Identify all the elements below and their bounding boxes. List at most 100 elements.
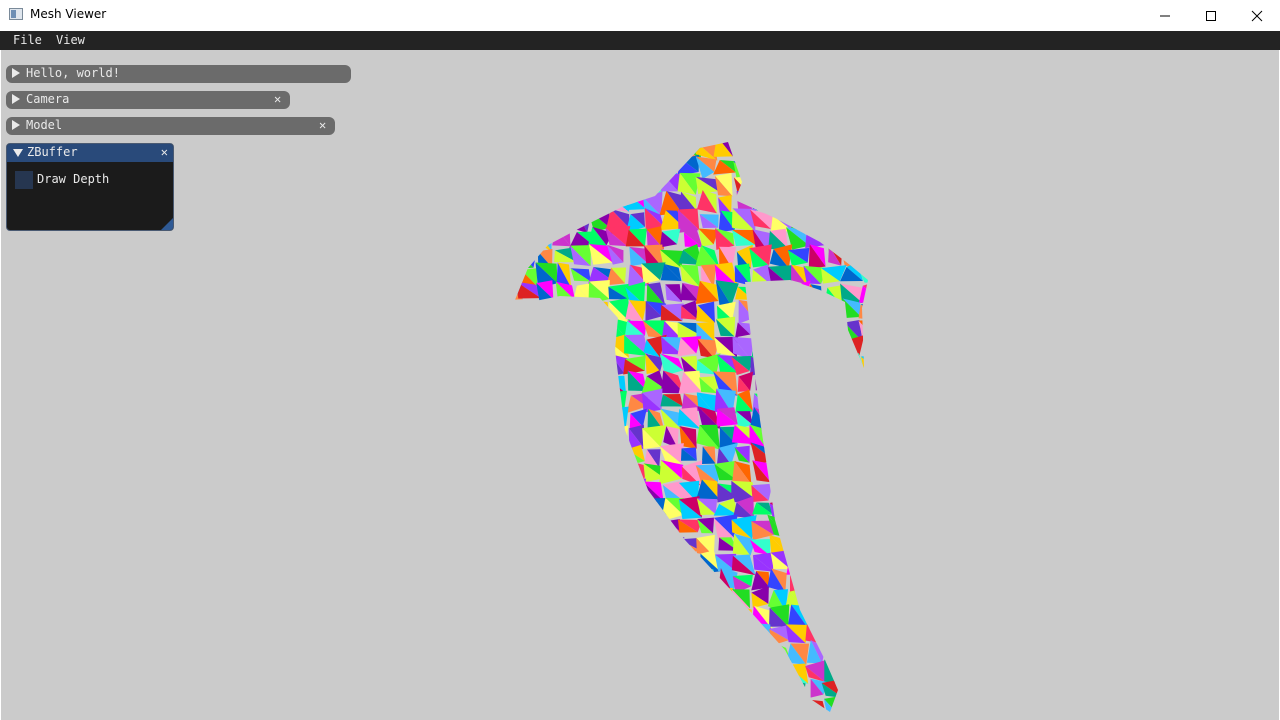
menu-view[interactable]: View — [56, 33, 85, 47]
mesh-triangle — [555, 611, 570, 630]
panel-model[interactable]: Model ✕ — [6, 117, 335, 135]
mesh-triangle — [663, 593, 680, 610]
expand-arrow-icon[interactable] — [12, 94, 20, 104]
mesh-triangle — [515, 586, 521, 609]
mesh-triangle — [518, 551, 541, 569]
mesh-triangle — [857, 539, 868, 552]
mesh-triangle — [574, 713, 591, 720]
mesh-triangle — [842, 628, 859, 648]
mesh-triangle — [679, 624, 702, 641]
mesh-triangle — [554, 533, 572, 556]
mesh-triangle — [533, 393, 559, 413]
mesh-triangle — [555, 316, 575, 338]
mesh-triangle — [821, 154, 846, 176]
mesh-triangle — [642, 553, 665, 576]
mesh-triangle — [828, 303, 843, 322]
mesh-triangle — [515, 226, 535, 248]
panel-camera[interactable]: Camera ✕ — [6, 91, 290, 109]
mesh-triangle — [555, 713, 577, 720]
mesh-triangle — [737, 659, 755, 683]
mesh-triangle — [732, 644, 753, 665]
mesh-triangle — [551, 462, 576, 486]
maximize-button[interactable] — [1188, 0, 1234, 31]
mesh-triangle — [629, 173, 646, 193]
mesh-triangle — [697, 622, 719, 648]
mesh-triangle — [648, 590, 667, 612]
mesh-triangle — [519, 569, 541, 591]
mesh-triangle — [540, 428, 557, 444]
mesh-triangle — [515, 606, 517, 625]
close-icon[interactable]: ✕ — [319, 118, 326, 132]
mesh-triangle — [823, 442, 844, 468]
mesh-triangle — [839, 681, 864, 698]
mesh-triangle — [824, 611, 840, 628]
mesh-triangle — [551, 551, 570, 573]
mesh-triangle — [882, 211, 898, 227]
mesh-triangle — [804, 339, 828, 355]
mesh-triangle — [612, 533, 628, 556]
mesh-triangle — [660, 554, 678, 575]
expand-arrow-icon[interactable] — [12, 120, 20, 130]
minimize-button[interactable] — [1142, 0, 1188, 31]
mesh-triangle — [824, 516, 847, 538]
mesh-triangle — [609, 502, 630, 522]
mesh-triangle — [534, 142, 559, 156]
mesh-triangle — [767, 142, 789, 158]
mesh-triangle — [768, 444, 791, 465]
draw-depth-checkbox[interactable] — [15, 171, 33, 189]
expand-arrow-icon[interactable] — [12, 68, 20, 78]
mesh-triangle — [539, 428, 555, 445]
zbuffer-title-bar[interactable]: ZBuffer ✕ — [7, 144, 173, 162]
mesh-triangle — [828, 245, 842, 266]
mesh-triangle — [860, 465, 868, 482]
mesh-triangle — [881, 625, 899, 642]
mesh-triangle — [571, 713, 590, 720]
mesh-triangle — [607, 640, 628, 666]
3d-viewport[interactable] — [1, 50, 1279, 720]
mesh-triangle — [714, 586, 734, 610]
mesh-triangle — [515, 323, 521, 339]
mesh-triangle — [641, 177, 667, 197]
menu-file[interactable]: File — [13, 33, 42, 47]
close-button[interactable] — [1234, 0, 1280, 31]
mesh-triangle — [789, 713, 811, 720]
mesh-triangle — [515, 213, 521, 232]
mesh-triangle — [805, 587, 822, 610]
mesh-triangle — [803, 355, 823, 375]
close-icon[interactable]: ✕ — [274, 92, 281, 106]
mesh-triangle — [588, 587, 610, 606]
mesh-triangle — [809, 570, 828, 592]
mesh-triangle — [515, 427, 518, 446]
mesh-triangle — [515, 627, 539, 641]
mesh-triangle — [573, 375, 589, 393]
mesh-triangle — [556, 695, 576, 712]
mesh-triangle — [515, 448, 521, 468]
mesh-triangle — [857, 389, 868, 408]
mesh-triangle — [785, 339, 809, 358]
mesh-triangle — [611, 660, 628, 681]
mesh-triangle — [756, 172, 770, 198]
mesh-triangle — [537, 228, 552, 252]
mesh-triangle — [588, 519, 613, 535]
panel-title: Model — [26, 118, 63, 132]
mesh-triangle — [876, 190, 896, 215]
mesh-triangle — [537, 194, 558, 211]
collapse-arrow-icon[interactable] — [13, 149, 23, 157]
mesh-triangle — [862, 663, 868, 681]
mesh-triangle — [593, 661, 613, 683]
close-icon[interactable]: ✕ — [161, 145, 168, 159]
mesh-triangle — [589, 356, 612, 376]
panel-hello-world[interactable]: Hello, world! — [6, 65, 351, 83]
mesh-triangle — [662, 699, 684, 712]
mesh-triangle — [551, 463, 576, 486]
mesh-triangle — [859, 377, 868, 396]
mesh-triangle — [843, 358, 865, 371]
app-icon — [9, 8, 23, 20]
resize-grip[interactable] — [161, 218, 173, 230]
mesh-triangle — [880, 497, 896, 519]
mesh-triangle — [789, 394, 808, 408]
mesh-triangle — [536, 498, 555, 519]
mesh-triangle — [557, 352, 572, 377]
mesh-triangle — [571, 142, 591, 156]
mesh-triangle — [516, 336, 538, 356]
